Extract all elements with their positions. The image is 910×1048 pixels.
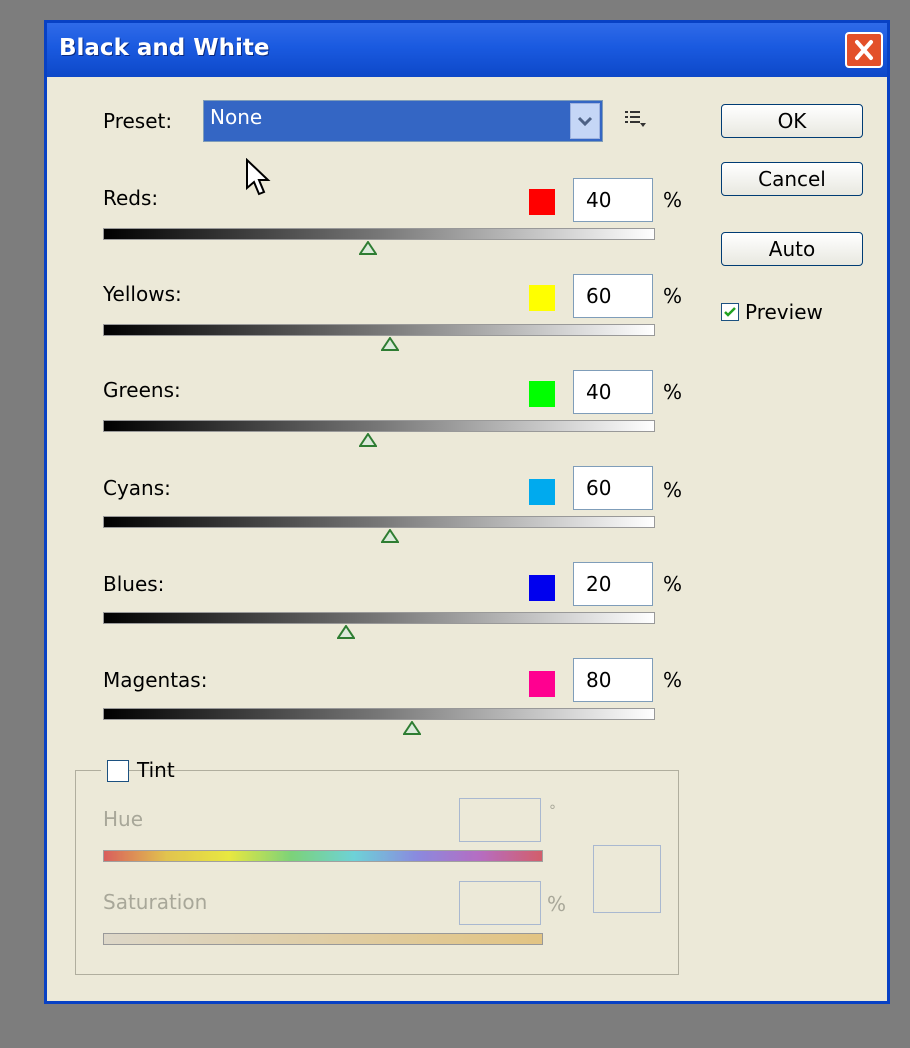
- cancel-button[interactable]: Cancel: [721, 162, 863, 196]
- channel-swatch-reds: [529, 189, 555, 215]
- dialog-title: Black and White: [59, 35, 270, 61]
- channel-swatch-blues: [529, 575, 555, 601]
- yellows-slider-thumb[interactable]: [381, 337, 400, 351]
- checkmark-icon: [724, 307, 736, 317]
- black-and-white-dialog: Black and White Preset: None OK Cancel A…: [44, 20, 890, 1004]
- preview-label: Preview: [745, 300, 823, 324]
- cyans-slider-thumb[interactable]: [381, 529, 400, 543]
- blues-slider-thumb[interactable]: [336, 625, 355, 639]
- saturation-label: Saturation: [103, 890, 208, 914]
- saturation-slider-track: [103, 933, 543, 945]
- reds-value-input[interactable]: 40: [573, 178, 653, 222]
- channel-swatch-cyans: [529, 479, 555, 505]
- saturation-unit: %: [547, 892, 567, 916]
- magentas-slider-thumb[interactable]: [403, 721, 422, 735]
- mouse-pointer-icon: [246, 158, 271, 196]
- preset-label: Preset:: [103, 109, 173, 133]
- cyans-unit: %: [663, 478, 683, 502]
- cyans-value-input[interactable]: 60: [573, 466, 653, 510]
- greens-slider-track[interactable]: [103, 420, 655, 432]
- magentas-unit: %: [663, 668, 683, 692]
- channel-label-cyans: Cyans:: [103, 476, 171, 500]
- channel-label-magentas: Magentas:: [103, 668, 208, 692]
- reds-slider-thumb[interactable]: [358, 241, 377, 255]
- channel-label-reds: Reds:: [103, 186, 159, 210]
- reds-unit: %: [663, 188, 683, 212]
- greens-unit: %: [663, 380, 683, 404]
- greens-value-input[interactable]: 40: [573, 370, 653, 414]
- reds-slider-track[interactable]: [103, 228, 655, 240]
- tint-label: Tint: [137, 758, 175, 782]
- chevron-down-icon: [577, 116, 593, 127]
- preset-dropdown-button[interactable]: [570, 103, 600, 139]
- yellows-value-input[interactable]: 60: [573, 274, 653, 318]
- channel-label-yellows: Yellows:: [103, 282, 182, 306]
- yellows-unit: %: [663, 284, 683, 308]
- blues-value-input[interactable]: 20: [573, 562, 653, 606]
- cyans-slider-track[interactable]: [103, 516, 655, 528]
- hue-slider-track: [103, 850, 543, 862]
- preset-select[interactable]: None: [203, 100, 603, 142]
- tint-checkbox-row[interactable]: Tint: [101, 756, 175, 786]
- tint-checkbox[interactable]: [107, 760, 129, 782]
- tint-color-preview: [593, 845, 661, 913]
- channel-swatch-magentas: [529, 671, 555, 697]
- preview-checkbox[interactable]: [721, 303, 739, 321]
- preset-value: None: [210, 105, 263, 129]
- blues-unit: %: [663, 572, 683, 596]
- blues-slider-track[interactable]: [103, 612, 655, 624]
- close-button[interactable]: [845, 32, 883, 68]
- yellows-slider-track[interactable]: [103, 324, 655, 336]
- auto-button[interactable]: Auto: [721, 232, 863, 266]
- channel-label-blues: Blues:: [103, 572, 165, 596]
- channel-swatch-greens: [529, 381, 555, 407]
- ok-button[interactable]: OK: [721, 104, 863, 138]
- preset-options-icon[interactable]: [625, 108, 649, 130]
- hue-value-input: [459, 798, 541, 842]
- magentas-value-input[interactable]: 80: [573, 658, 653, 702]
- greens-slider-thumb[interactable]: [358, 433, 377, 447]
- hue-unit: °: [549, 803, 556, 819]
- magentas-slider-track[interactable]: [103, 708, 655, 720]
- saturation-value-input: [459, 881, 541, 925]
- title-bar[interactable]: Black and White: [47, 23, 887, 77]
- hue-label: Hue: [103, 807, 144, 831]
- channel-swatch-yellows: [529, 285, 555, 311]
- channel-label-greens: Greens:: [103, 378, 181, 402]
- close-icon: [855, 40, 873, 60]
